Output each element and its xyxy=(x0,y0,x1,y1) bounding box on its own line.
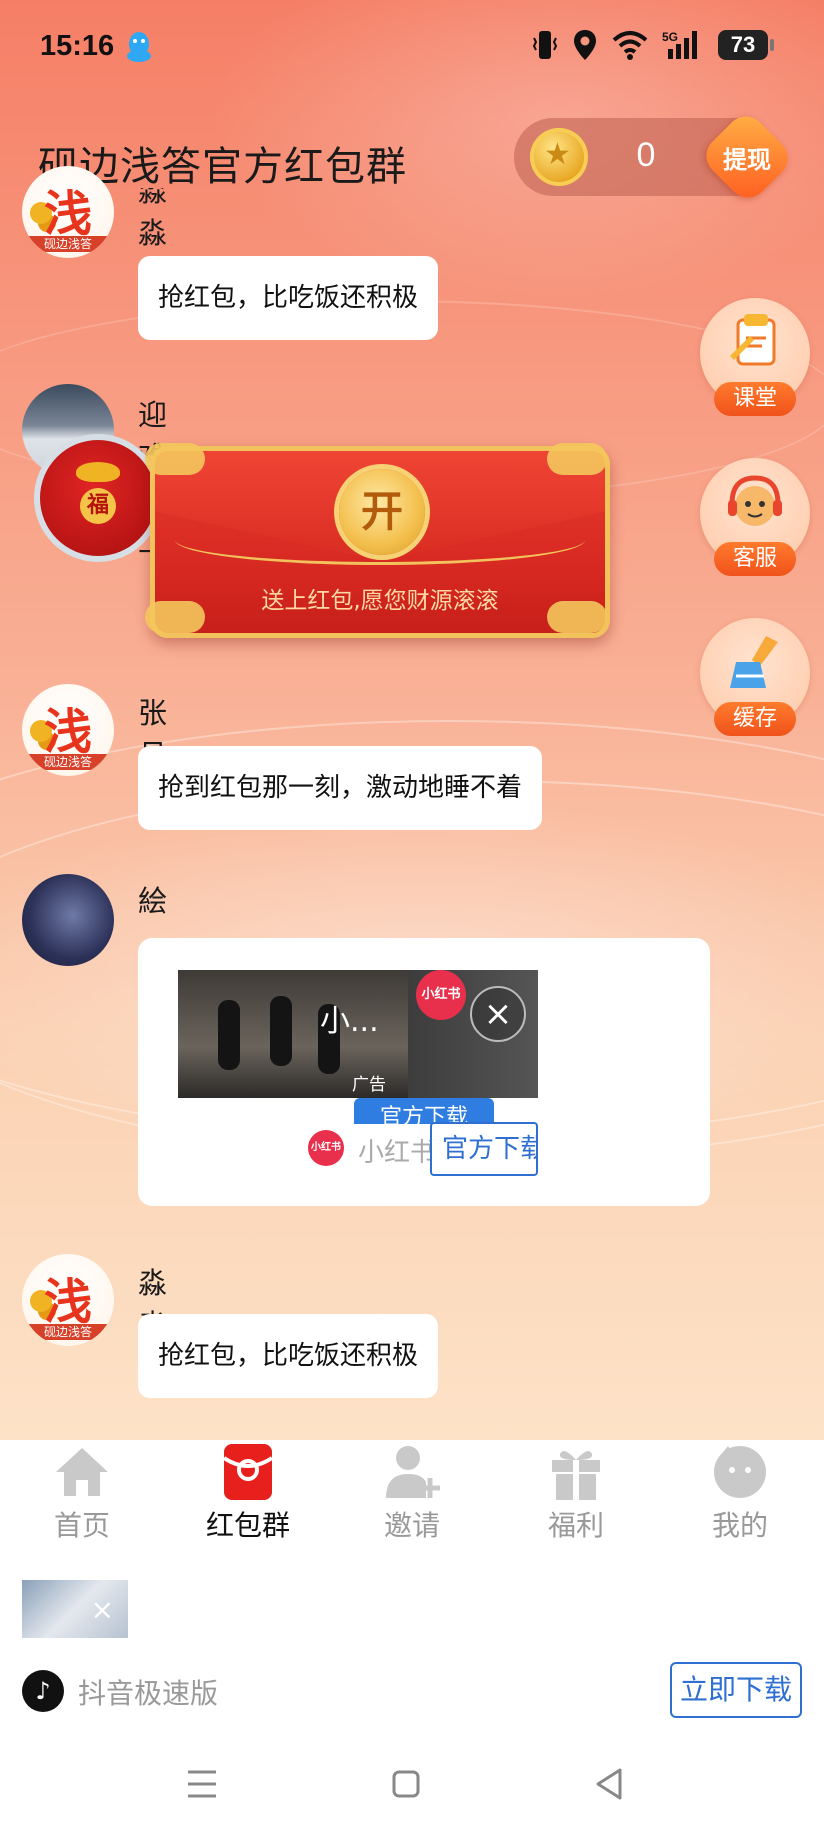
home-nav-icon[interactable] xyxy=(376,1754,436,1814)
broom-icon xyxy=(730,636,778,688)
red-packet-card[interactable]: 开 送上红包,愿您财源滚滚 xyxy=(145,443,610,638)
side-label: 课堂 xyxy=(714,382,796,416)
status-time: 15:16 xyxy=(40,30,115,62)
tab-red-packet-group[interactable]: 红包群 xyxy=(188,1440,308,1556)
headset-icon xyxy=(728,475,782,526)
avatar[interactable]: 浅 砚边浅答 xyxy=(22,684,114,776)
vibrate-icon xyxy=(532,31,558,59)
coin-balance[interactable]: ★ 0 提现 xyxy=(514,108,796,206)
ad-video[interactable]: 小... 广告 小红书 × xyxy=(178,970,538,1098)
ad-thumbnail[interactable]: × xyxy=(22,1580,128,1638)
douyin-icon: ♪ xyxy=(22,1670,64,1712)
ad-tag: 广告 xyxy=(352,1075,386,1095)
back-icon[interactable] xyxy=(580,1754,640,1814)
ad-brand: 小红书 xyxy=(358,1138,437,1168)
ad-download-button[interactable]: 官方下载 xyxy=(430,1122,538,1176)
profile-icon xyxy=(714,1446,766,1498)
ad-app-name: 抖音极速版 xyxy=(78,1677,219,1710)
xiaohongshu-icon: 小红书 xyxy=(308,1130,344,1166)
battery-icon: 73 xyxy=(718,30,774,60)
withdraw-button[interactable]: 提现 xyxy=(704,140,790,175)
gift-icon xyxy=(552,1451,600,1500)
close-icon[interactable]: × xyxy=(91,1596,114,1624)
qq-icon xyxy=(127,32,151,62)
side-label: 客服 xyxy=(714,542,796,576)
coin-count: 0 xyxy=(636,136,656,174)
side-label: 缓存 xyxy=(714,702,796,736)
message-bubble[interactable]: 抢到红包那一刻，激动地睡不着 xyxy=(138,746,543,830)
red-packet-caption: 送上红包,愿您财源滚滚 xyxy=(261,588,499,614)
tab-invite[interactable]: 邀请 xyxy=(352,1440,472,1556)
bottom-ad-banner[interactable]: × ♪ 抖音极速版 立即下载 xyxy=(0,1556,824,1726)
sender-name: 絵 xyxy=(138,884,168,918)
avatar[interactable] xyxy=(22,874,114,966)
menu-icon[interactable] xyxy=(172,1754,232,1814)
status-bar: 15:16 5G 73 xyxy=(0,0,824,96)
wifi-icon xyxy=(612,31,648,60)
svg-text:5G: 5G xyxy=(662,30,678,44)
location-icon xyxy=(574,30,596,60)
avatar[interactable]: 浅 砚边浅答 xyxy=(22,1254,114,1346)
side-button-support[interactable]: 客服 xyxy=(700,458,810,576)
tab-profile[interactable]: 我的 xyxy=(680,1440,800,1556)
signal-icon: 5G xyxy=(662,30,697,59)
side-button-cache[interactable]: 缓存 xyxy=(700,618,810,736)
ad-card[interactable]: 小... 广告 小红书 × 官方下载 小红书 小红书 官方下载 xyxy=(138,938,710,1206)
tab-home[interactable]: 首页 xyxy=(22,1440,142,1556)
invite-icon xyxy=(386,1446,440,1498)
side-button-classroom[interactable]: 课堂 xyxy=(700,298,810,416)
red-packet-icon xyxy=(222,1444,274,1500)
message-bubble[interactable]: 抢红包，比吃饭还积极 xyxy=(138,1314,439,1398)
download-now-button[interactable]: 立即下载 xyxy=(670,1662,802,1718)
coin-icon: ★ xyxy=(530,128,588,186)
avatar[interactable]: 浅 砚边浅答 xyxy=(22,166,114,258)
close-icon[interactable]: × xyxy=(470,986,526,1042)
lucky-bag-icon: 福 xyxy=(34,434,162,562)
open-red-packet-button[interactable]: 开 xyxy=(339,469,425,555)
ad-peek-button[interactable]: 官方下载 xyxy=(354,1098,494,1124)
ad-title: 小... xyxy=(320,1004,379,1039)
xiaohongshu-logo-icon: 小红书 xyxy=(416,970,466,1020)
system-navigation-bar xyxy=(0,1726,824,1840)
home-icon xyxy=(56,1448,108,1496)
message-bubble[interactable]: 抢红包，比吃饭还积极 xyxy=(138,256,439,340)
bottom-tab-bar: 首页 红包群 邀请 福利 我的 xyxy=(0,1440,824,1556)
tab-welfare[interactable]: 福利 xyxy=(516,1440,636,1556)
notebook-icon xyxy=(730,314,776,366)
